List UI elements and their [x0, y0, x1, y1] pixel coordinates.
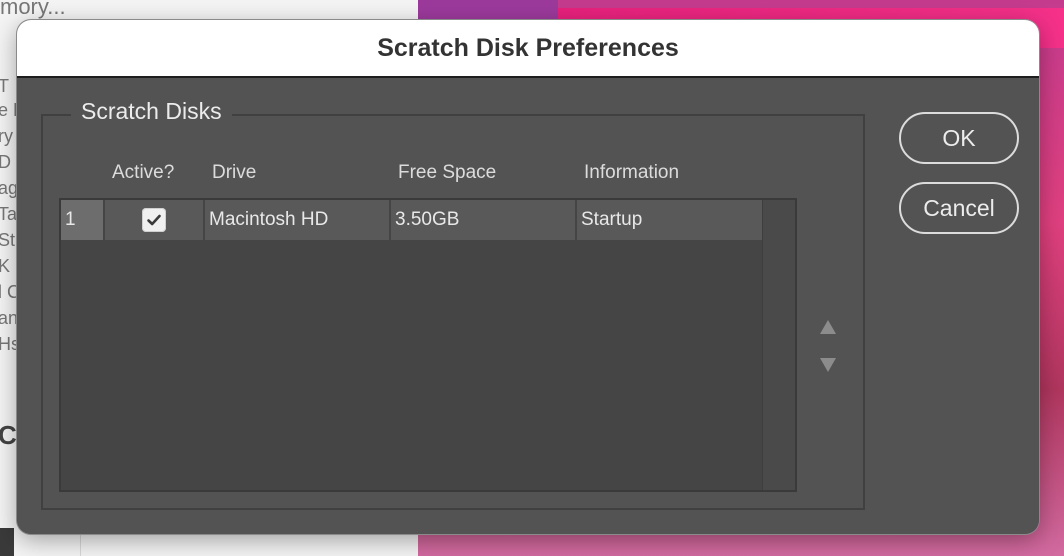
- column-header-active: Active?: [112, 162, 175, 183]
- dialog-body: Scratch Disks Active? Drive Free Space I…: [17, 78, 1039, 534]
- background-text-fragment: T: [0, 76, 9, 96]
- dialog-titlebar: Scratch Disk Preferences: [17, 20, 1039, 78]
- background-top-text: mory...: [0, 0, 66, 19]
- drive-cell: Macintosh HD: [205, 200, 391, 242]
- ok-button[interactable]: OK: [899, 112, 1019, 164]
- background-text-fragment: D: [0, 152, 11, 172]
- active-checkbox[interactable]: [142, 208, 166, 232]
- group-label: Scratch Disks: [71, 98, 232, 125]
- background-text-fragment: ag: [0, 178, 19, 198]
- information-cell: Startup: [577, 200, 763, 242]
- checkmark-icon: [147, 214, 161, 226]
- table-scrollbar[interactable]: [762, 200, 795, 490]
- column-header-information: Information: [584, 162, 680, 183]
- row-index: 1: [61, 200, 105, 242]
- triangle-down-icon[interactable]: [819, 356, 837, 374]
- background-text-fragment: ry: [0, 126, 13, 146]
- column-header-free-space: Free Space: [398, 162, 497, 183]
- background-text-fragment: St: [0, 230, 16, 250]
- table-row[interactable]: 1 Macintosh HD 3.50GB Startup: [61, 200, 763, 242]
- dialog-title: Scratch Disk Preferences: [377, 33, 679, 62]
- background-text-fragment: Ta: [0, 204, 18, 224]
- background-dock-edge: [0, 528, 14, 556]
- active-cell: [105, 200, 205, 242]
- cancel-button[interactable]: Cancel: [899, 182, 1019, 234]
- column-header-drive: Drive: [212, 162, 257, 183]
- scratch-disk-preferences-dialog: Scratch Disk Preferences Scratch Disks A…: [17, 20, 1039, 534]
- triangle-up-icon[interactable]: [819, 318, 837, 336]
- free-space-cell: 3.50GB: [391, 200, 577, 242]
- background-text-fragment: K: [0, 256, 11, 276]
- scratch-disk-table[interactable]: 1 Macintosh HD 3.50GB Startup: [59, 198, 797, 492]
- background-text-fragment: an: [0, 308, 19, 328]
